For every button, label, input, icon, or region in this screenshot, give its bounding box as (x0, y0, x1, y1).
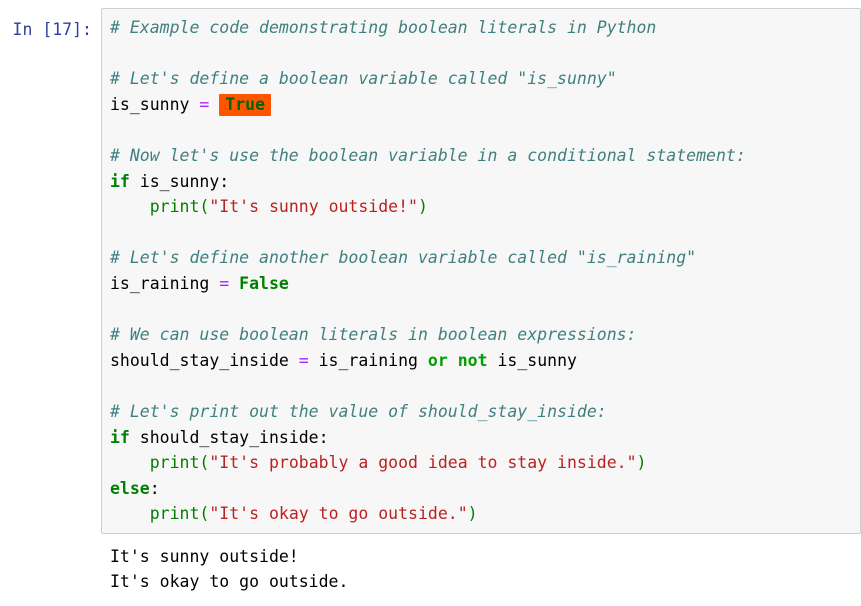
code-comment-line-1: # Example code demonstrating boolean lit… (110, 18, 657, 37)
code-operator-assign-2: = (219, 273, 230, 293)
code-indent-3 (110, 504, 150, 523)
code-paren-close-2: ) (636, 453, 647, 473)
code-operator-not: not (457, 350, 488, 370)
code-expr-operand-1: is_raining (308, 350, 428, 370)
code-string-3: "It's okay to go outside." (209, 504, 468, 524)
code-condition-2: should_stay_inside: (129, 427, 329, 447)
code-space-1 (448, 351, 458, 370)
code-string-1: "It's sunny outside!" (209, 197, 418, 217)
code-indent-1 (110, 197, 150, 216)
code-operator-assign-1: = (199, 94, 210, 114)
code-comment-line-10: # Let's define another boolean variable … (110, 248, 697, 268)
highlighted-literal-true: True (219, 93, 272, 116)
code-editor[interactable]: # Example code demonstrating boolean lit… (101, 8, 861, 534)
code-comment-line-3: # Let's define a boolean variable called… (110, 69, 617, 89)
output-stream: It's sunny outside! It's okay to go outs… (101, 544, 861, 595)
code-string-2: "It's probably a good idea to stay insid… (209, 453, 637, 473)
code-keyword-if-1: if (110, 171, 130, 191)
code-comment-line-13: # We can use boolean literals in boolean… (110, 325, 637, 345)
input-prompt-label: In [17]: (12, 20, 92, 39)
code-operator-assign-3: = (298, 350, 309, 370)
code-cell[interactable]: In [17]: # Example code demonstrating bo… (0, 0, 861, 534)
code-indent-2 (110, 453, 150, 472)
code-builtin-print-2: print (149, 453, 200, 473)
code-literal-false: False (229, 273, 289, 293)
output-line-2: It's okay to go outside. (110, 572, 349, 592)
code-expr-operand-2: is_sunny (487, 350, 577, 370)
code-paren-open-1: ( (199, 197, 210, 217)
notebook-page: In [17]: # Example code demonstrating bo… (0, 0, 861, 606)
code-paren-close-3: ) (467, 504, 478, 524)
code-operator-or: or (427, 350, 448, 370)
code-builtin-print-1: print (149, 197, 200, 217)
cell-output: It's sunny outside! It's okay to go outs… (0, 534, 861, 595)
code-content[interactable]: # Example code demonstrating boolean lit… (110, 15, 860, 527)
code-builtin-print-3: print (149, 504, 200, 524)
code-paren-open-3: ( (199, 504, 210, 524)
code-name-should-stay-inside: should_stay_inside (110, 350, 299, 370)
code-comment-line-6: # Now let's use the boolean variable in … (110, 145, 746, 165)
code-condition-1: is_sunny: (129, 171, 230, 191)
output-line-1: It's sunny outside! (110, 546, 299, 566)
code-paren-close-1: ) (417, 197, 428, 217)
code-colon-else: : (149, 478, 160, 498)
code-comment-line-16: # Let's print out the value of should_st… (110, 401, 607, 421)
code-name-is-sunny: is_sunny (110, 94, 200, 114)
code-keyword-else: else (110, 478, 150, 498)
code-paren-open-2: ( (199, 453, 210, 473)
code-name-is-raining: is_raining (110, 273, 220, 293)
code-keyword-if-2: if (110, 427, 130, 447)
